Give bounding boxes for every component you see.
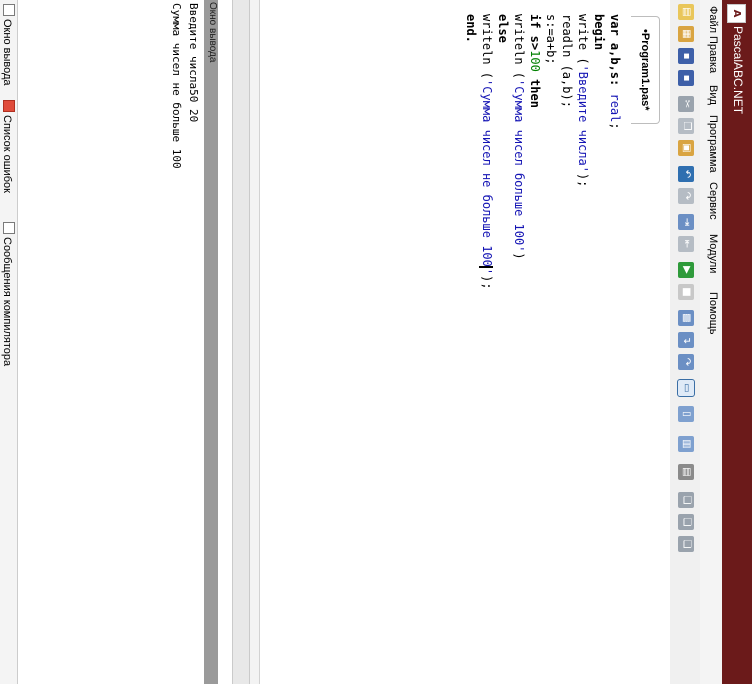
menu-help[interactable]: Помощь — [707, 292, 719, 335]
code-text: writeln ( — [480, 14, 494, 80]
output-line-2: Сумма чисел не больше 100 — [170, 3, 183, 169]
output-panel-header: Окно вывода — [204, 0, 218, 684]
menu-modules[interactable]: Модули — [707, 234, 719, 273]
copy-icon[interactable]: ❐ — [678, 118, 694, 134]
compiler-messages-icon — [3, 222, 15, 234]
menu-view[interactable]: Вид — [707, 85, 719, 105]
menu-bar: Файл Правка Вид Программа Сервис Модули … — [699, 0, 722, 684]
code-line-7: writeln ('Сумма чисел больше 100') — [512, 14, 526, 260]
tab-label: Сообщения компилятора — [1, 237, 13, 367]
watch-icon[interactable]: ▥ — [678, 436, 694, 452]
toolbar: ▤ ▦ ▪ ▪ ✂ ❐ ▣ ↶ ↷ ⇥ ⇤ ▶ ■ ▩ ↴ ↷ ▭ ▯ ▥ ▤ … — [669, 0, 700, 684]
code-editor[interactable]: var a,b,s: real; begin write ('Введите ч… — [247, 0, 630, 684]
locals-icon[interactable]: ▤ — [678, 464, 694, 480]
save-icon[interactable]: ▪ — [678, 48, 694, 64]
app-icon: A — [727, 4, 746, 23]
new-file-icon[interactable]: ▤ — [678, 4, 694, 20]
tab-program1[interactable]: •Program1.pas* — [631, 16, 660, 124]
step-into-icon[interactable]: ↴ — [678, 332, 694, 348]
cut-icon[interactable]: ✂ — [678, 96, 694, 112]
code-text: if s> — [528, 14, 542, 51]
error-list-icon — [3, 100, 15, 112]
indent-icon[interactable]: ⇥ — [678, 214, 694, 230]
code-string: 'Введите числа' — [576, 64, 590, 173]
code-keyword: end. — [464, 14, 478, 43]
code-line-10: end. — [464, 14, 478, 43]
output-panel[interactable]: Введите числа50 20 Сумма чисел не больше… — [18, 0, 204, 684]
window-title: PascalABC.NET — [731, 26, 745, 115]
code-text: ); — [480, 275, 494, 290]
doc-icon-3[interactable]: ❏ — [678, 536, 694, 552]
code-text: s:=a+b; — [544, 14, 558, 65]
menu-edit[interactable]: Правка — [707, 36, 719, 73]
menu-file[interactable]: Файл — [707, 6, 719, 33]
title-bar: A PascalABC.NET — [722, 0, 752, 684]
tab-compiler-messages[interactable]: Сообщения компилятора — [0, 222, 15, 366]
save-all-icon[interactable]: ▪ — [678, 70, 694, 86]
code-line-2: begin — [592, 14, 606, 50]
code-text: readln (a,b); — [560, 14, 574, 108]
menu-service[interactable]: Сервис — [707, 182, 719, 220]
code-line-1: var a,b,s: real; — [608, 14, 622, 130]
code-type: real — [608, 93, 622, 123]
code-text: ); — [576, 172, 590, 188]
output-panel-title: Окно вывода — [207, 2, 218, 63]
code-string: 'Сумма чисел не больше 100 — [480, 79, 494, 267]
editor-tab-bar: •Program1.pas* — [629, 0, 670, 684]
toggle-view-icon[interactable]: ▭ — [677, 379, 695, 397]
open-icon[interactable]: ▦ — [678, 26, 694, 42]
code-line-3: write ('Введите числа'); — [576, 14, 590, 187]
debug-icon[interactable]: ▯ — [678, 406, 694, 422]
code-string: 'Сумма чисел больше 100' — [512, 79, 526, 253]
code-line-6: if s>100 then — [528, 14, 542, 108]
code-line-4: readln (a,b); — [560, 14, 574, 108]
code-text: ; — [608, 122, 622, 130]
code-text: write ( — [576, 14, 590, 65]
step-over-icon[interactable]: ↷ — [678, 354, 694, 370]
tab-output-window[interactable]: Окно вывода — [0, 4, 15, 86]
code-line-5: s:=a+b; — [544, 14, 558, 65]
code-text: var a,b,s: — [608, 14, 622, 94]
doc-icon-1[interactable]: ❏ — [678, 492, 694, 508]
tab-label: Окно вывода — [1, 19, 13, 86]
compile-icon[interactable]: ▩ — [678, 310, 694, 326]
code-text: ) — [512, 252, 526, 260]
splitter-bar[interactable] — [232, 0, 250, 684]
menu-program[interactable]: Программа — [707, 115, 719, 173]
doc-icon-2[interactable]: ❏ — [678, 514, 694, 530]
outdent-icon[interactable]: ⇤ — [678, 236, 694, 252]
bottom-tab-bar: Окно вывода Список ошибок Сообщения комп… — [0, 0, 18, 684]
code-keyword: begin — [592, 14, 606, 51]
output-line-1: Введите числа50 20 — [187, 3, 200, 123]
stop-icon[interactable]: ■ — [678, 284, 694, 300]
code-keyword: else — [496, 14, 510, 43]
code-text: writeln ( — [512, 14, 526, 80]
tab-label: Список ошибок — [1, 115, 13, 193]
run-icon[interactable]: ▶ — [678, 262, 694, 278]
tab-error-list[interactable]: Список ошибок — [0, 100, 15, 193]
pascalabc-window: A PascalABC.NET Файл Правка Вид Программ… — [0, 0, 752, 684]
paste-icon[interactable]: ▣ — [678, 140, 694, 156]
undo-icon[interactable]: ↶ — [678, 166, 694, 182]
redo-icon[interactable]: ↷ — [678, 188, 694, 204]
code-line-8: else — [496, 14, 510, 43]
code-number: 100 — [528, 50, 542, 72]
code-line-9: writeln ('Сумма чисел не больше 100'); — [479, 14, 494, 290]
code-keyword: then — [528, 71, 542, 108]
output-window-icon — [3, 4, 15, 16]
